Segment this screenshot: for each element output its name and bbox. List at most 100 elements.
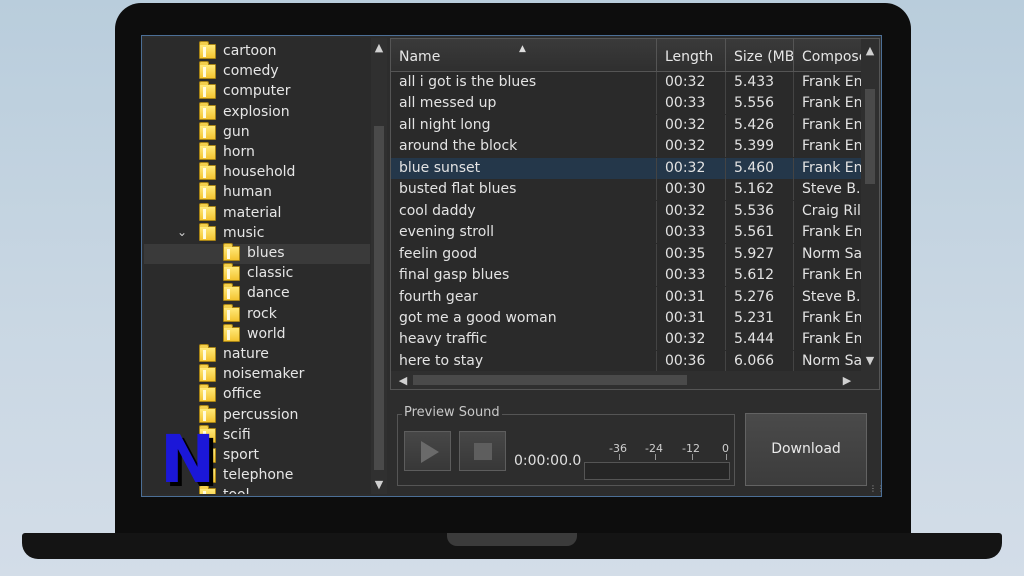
tree-item-classic[interactable]: classic: [144, 263, 370, 284]
table-hscroll-thumb[interactable]: [413, 375, 687, 385]
cell-length: 00:36: [657, 350, 726, 372]
cell-length: 00:35: [657, 243, 726, 265]
play-button[interactable]: [404, 431, 451, 471]
folder-icon: [199, 344, 216, 362]
cell-name: all messed up: [391, 93, 657, 115]
table-row[interactable]: evening stroll00:335.561 Frank Enc: [391, 222, 861, 244]
table-row[interactable]: heavy traffic00:325.444 Frank Enc: [391, 329, 861, 351]
table-row[interactable]: cool daddy00:325.536 Craig Rile: [391, 200, 861, 222]
tree-item-label: comedy: [223, 63, 279, 80]
table-row[interactable]: all messed up00:335.556 Frank Enc: [391, 93, 861, 115]
scroll-left-icon[interactable]: ◀: [395, 374, 411, 387]
cell-size: 5.231: [726, 307, 794, 329]
cell-composer: Norm Sab: [802, 352, 861, 369]
tree-item-human[interactable]: human: [144, 182, 370, 203]
table-row[interactable]: blue sunset00:325.460 Frank Enc: [391, 157, 861, 179]
tree-item-label: nature: [223, 346, 269, 362]
cell-length: 00:32: [657, 114, 726, 136]
cell-size: 5.162: [726, 179, 794, 201]
tree-item-label: blues: [247, 245, 285, 261]
cell-composer: Frank Enc: [802, 159, 861, 176]
table-row[interactable]: got me a good woman00:315.231 Frank Enc: [391, 307, 861, 329]
meter-tick: [619, 454, 620, 460]
tree-item-label: tool: [223, 487, 250, 494]
tree-item-comedy[interactable]: comedy: [144, 61, 370, 82]
table-vscroll-thumb[interactable]: [865, 89, 875, 184]
tree-item-blues[interactable]: blues: [144, 243, 370, 264]
table-row[interactable]: fourth gear 00:31 5.276 Steve B.: [391, 286, 861, 308]
resize-grip-icon[interactable]: ⋮⋮: [869, 485, 881, 493]
column-header-length[interactable]: Length: [657, 39, 726, 71]
cell-size: 5.561: [726, 222, 794, 244]
tree-item-household[interactable]: household: [144, 162, 370, 183]
tree-item-nature[interactable]: nature: [144, 344, 370, 365]
folder-icon: [199, 142, 216, 160]
table-row[interactable]: feelin good00:355.927 Norm Sab: [391, 243, 861, 265]
scroll-up-icon[interactable]: ▲: [371, 41, 387, 54]
cell-length: 00:32: [657, 157, 726, 179]
cell-composer: Frank Enc: [802, 74, 861, 90]
scroll-down-icon[interactable]: ▼: [371, 478, 387, 491]
cell-name: all i got is the blues: [391, 72, 657, 93]
cell-length: 00:32: [657, 72, 726, 93]
tree-item-noisemaker[interactable]: noisemaker: [144, 364, 370, 385]
tree-scrollbar[interactable]: ▲ ▼: [371, 38, 387, 494]
scroll-down-icon[interactable]: ▼: [862, 354, 878, 367]
table-row[interactable]: final gasp blues00:335.612 Frank Enc: [391, 265, 861, 287]
table-row[interactable]: busted flat blues 00:30 5.162 Steve B.: [391, 179, 861, 201]
table-row[interactable]: all night long00:325.426 Frank Enc: [391, 114, 861, 136]
folder-icon: [199, 222, 216, 241]
folder-icon: [199, 61, 216, 80]
cell-length: 00:31: [657, 307, 726, 329]
tree-item-dance[interactable]: dance: [144, 283, 370, 304]
tree-item-music[interactable]: ⌄ music: [144, 222, 370, 244]
cell-name: around the block: [391, 136, 657, 158]
tree-item-computer[interactable]: computer: [144, 81, 370, 102]
folder-icon: [199, 384, 216, 403]
cell-size: 5.612: [726, 265, 794, 287]
tree-item-explosion[interactable]: explosion: [144, 101, 370, 123]
tree-item-world[interactable]: world: [144, 323, 370, 345]
cell-size: 5.426: [726, 114, 794, 136]
tree-item-label: gun: [223, 123, 250, 140]
column-header-name[interactable]: ▲ Name: [391, 39, 657, 71]
scroll-right-icon[interactable]: ▶: [839, 374, 855, 387]
download-button[interactable]: Download: [745, 413, 867, 486]
meter-tick: [726, 454, 727, 460]
tree-item-office[interactable]: office: [144, 384, 370, 405]
tree-item-rock[interactable]: rock: [144, 303, 370, 325]
cell-size: 5.444: [726, 329, 794, 351]
tree-item-gun[interactable]: gun: [144, 121, 370, 143]
tree-item-material[interactable]: material: [144, 202, 370, 224]
cell-length: 00:32: [657, 136, 726, 158]
cell-composer: Norm Sab: [802, 245, 861, 262]
tree-scroll-thumb[interactable]: [374, 126, 384, 470]
cell-name: fourth gear: [391, 286, 657, 308]
tree-item-label: classic: [247, 265, 294, 282]
column-header-size[interactable]: Size (MB): [726, 39, 794, 71]
tree-item-label: household: [223, 164, 296, 181]
folder-icon: [223, 263, 240, 282]
cell-composer: Craig Rile: [802, 202, 861, 219]
folder-icon: [199, 41, 216, 59]
expand-chevron-icon[interactable]: ⌄: [177, 225, 187, 239]
table-vertical-scrollbar[interactable]: ▲ ▼: [861, 39, 879, 371]
column-header-composer[interactable]: Compose: [794, 39, 861, 71]
tree-item-label: office: [223, 386, 262, 403]
tree-item-horn[interactable]: horn: [144, 142, 370, 163]
stop-button[interactable]: [459, 431, 506, 471]
cell-name: evening stroll: [391, 222, 657, 244]
table-row[interactable]: around the block00:325.399 Frank Enc: [391, 136, 861, 158]
folder-icon: [199, 202, 216, 221]
cell-composer: Steve B.: [802, 181, 861, 198]
table-row[interactable]: here to stay00:366.066 Norm Sab: [391, 350, 861, 372]
folder-icon: [199, 162, 216, 181]
cell-composer: Frank Enc: [802, 309, 861, 326]
cell-size: 5.399: [726, 136, 794, 158]
folder-icon: [223, 243, 240, 261]
tree-item-label: world: [247, 325, 286, 342]
scroll-up-icon[interactable]: ▲: [862, 44, 878, 57]
table-row[interactable]: all i got is the blues00:325.433 Frank En…: [391, 72, 861, 93]
table-horizontal-scrollbar[interactable]: ◀ ▶: [391, 371, 879, 389]
tree-item-cartoon[interactable]: cartoon: [144, 41, 370, 62]
